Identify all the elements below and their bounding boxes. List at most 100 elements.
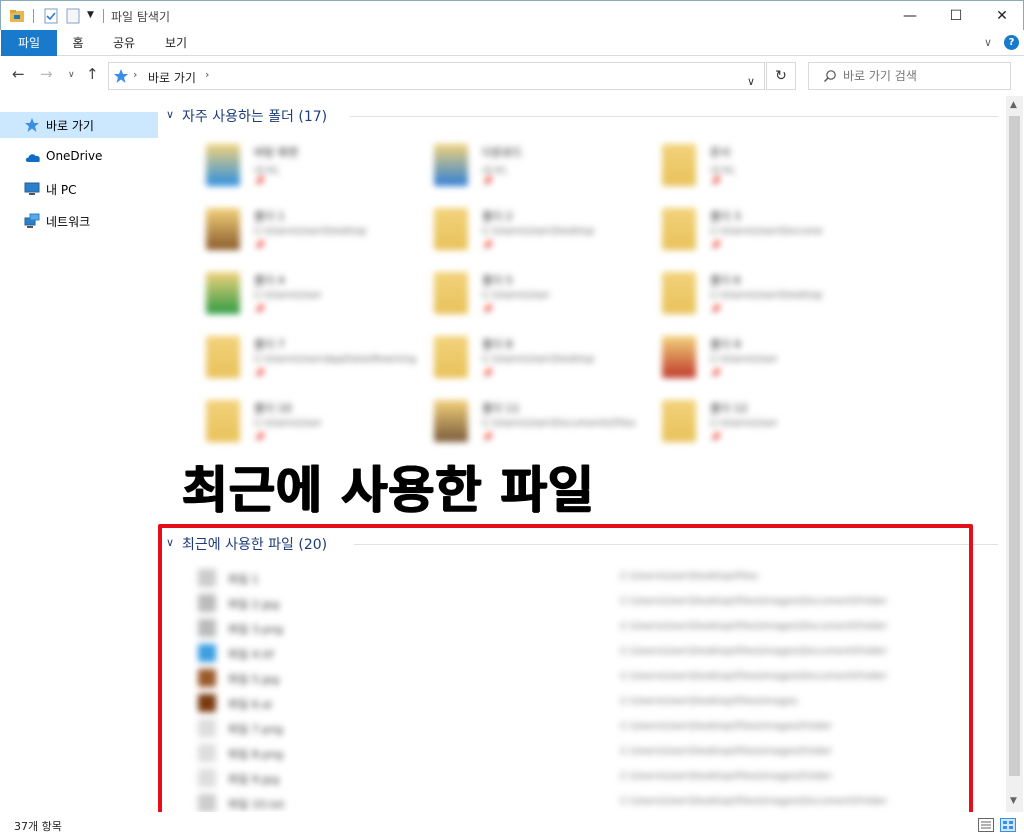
quick-access-separator	[33, 9, 34, 23]
quick-access-star-icon	[114, 69, 128, 83]
status-bar: 37개 항목	[0, 812, 1024, 837]
folder-icon	[206, 336, 240, 378]
scroll-down-icon[interactable]: ▼	[1010, 796, 1017, 806]
folder-tile[interactable]: 폴더 9 C:\Users\User 📌	[622, 328, 832, 388]
folder-tile[interactable]: 폴더 10 C:\Users\User 📌	[166, 392, 376, 452]
close-button[interactable]: ✕	[979, 1, 1024, 31]
pin-icon: 📌	[254, 369, 266, 379]
folder-icon[interactable]	[9, 8, 25, 24]
folder-name: 폴더 6	[710, 274, 741, 287]
collapse-chevron-icon[interactable]: ∨	[166, 108, 174, 121]
folder-location: C:\Users\User	[254, 290, 322, 301]
breadcrumb-separator-end[interactable]: ›	[205, 68, 209, 81]
pin-icon: 📌	[482, 241, 494, 251]
folder-tile[interactable]: 문서내 PC 📌	[622, 136, 832, 196]
folder-name: 폴더 1	[254, 210, 285, 223]
folder-name: 문서	[710, 146, 731, 159]
large-icons-view-icon[interactable]	[1000, 818, 1016, 832]
folder-icon	[434, 208, 468, 250]
tab-view[interactable]: 보기	[156, 30, 196, 56]
folder-tile[interactable]: 폴더 2 C:\Users\User\Desktop 📌	[394, 200, 604, 260]
folder-tile[interactable]: 폴더 8 C:\Users\User\Desktop 📌	[394, 328, 604, 388]
expand-ribbon-icon[interactable]: ∨	[984, 36, 992, 49]
folder-tile[interactable]: 다운로드 내 PC 📌	[394, 136, 604, 196]
pin-icon: 📌	[254, 241, 266, 251]
help-icon[interactable]: ?	[1004, 35, 1019, 50]
folder-icon	[206, 144, 240, 186]
folder-tile[interactable]: 폴더 4 C:\Users\User 📌	[166, 264, 376, 324]
group-title: 자주 사용하는 폴더 (17)	[182, 109, 328, 125]
folder-location: C:\Users\User	[482, 290, 550, 301]
folder-icon	[206, 400, 240, 442]
folder-name: 폴더 7	[254, 338, 285, 351]
folder-icon	[662, 336, 696, 378]
overlay-caption: 최근에 사용한 파일	[182, 461, 595, 519]
new-folder-icon[interactable]	[65, 8, 81, 24]
back-button[interactable]: ←	[12, 65, 25, 83]
folder-name: 폴더 4	[254, 274, 285, 287]
properties-icon[interactable]	[43, 8, 59, 24]
nav-item-network[interactable]: 네트워크	[0, 208, 158, 234]
pin-icon: 📌	[482, 305, 494, 315]
up-button[interactable]: ↑	[86, 65, 99, 83]
folder-location: C:\Users\User\Desktop	[254, 226, 367, 237]
folder-tile[interactable]: 폴더 5 C:\Users\User 📌	[394, 264, 604, 324]
refresh-button[interactable]: ↻	[766, 62, 796, 90]
tab-file[interactable]: 파일	[1, 30, 57, 56]
pin-icon: 📌	[710, 433, 722, 443]
folder-location: C:\Users\User\AppData\Roaming	[254, 354, 416, 365]
folder-tile[interactable]: 바탕 화면 내 PC 📌	[166, 136, 376, 196]
folder-location: 내 PC	[254, 166, 280, 177]
folder-tile[interactable]: 폴더 3 C:\Users\User\Docume 📌	[622, 200, 832, 260]
title-separator	[103, 9, 104, 23]
pin-icon: 📌	[254, 433, 266, 443]
cloud-icon	[25, 154, 40, 162]
ribbon-tabs: 파일 홈 공유 보기 ∨ ?	[0, 30, 1024, 56]
scroll-up-icon[interactable]: ▲	[1010, 100, 1017, 110]
nav-item-label: 내 PC	[46, 183, 77, 197]
folder-tile[interactable]: 폴더 1 C:\Users\User\Desktop 📌	[166, 200, 376, 260]
folder-location: C:\Users\User	[710, 354, 778, 365]
pin-icon: 📌	[710, 241, 722, 251]
folder-tile[interactable]: 폴더 6 C:\Users\User\Desktop 📌	[622, 264, 832, 324]
pin-icon: 📌	[710, 177, 722, 187]
folder-icon	[662, 400, 696, 442]
pin-icon: 📌	[710, 305, 722, 315]
search-input[interactable]	[843, 66, 1003, 86]
address-bar[interactable]: › 바로 가기 › ∨	[108, 62, 765, 90]
folder-tile[interactable]: 폴더 11 C:\Users\User\Documents\Files 📌	[394, 392, 636, 452]
minimize-button[interactable]: —	[887, 1, 933, 31]
folder-tile[interactable]: 폴더 12 C:\Users\User 📌	[622, 392, 832, 452]
item-count: 37개 항목	[14, 820, 62, 833]
folder-location: C:\Users\User	[254, 418, 322, 429]
folder-location: C:\Users\User	[710, 418, 778, 429]
folder-icon	[434, 336, 468, 378]
customize-toolbar-icon[interactable]: ▼	[87, 10, 94, 20]
tab-share[interactable]: 공유	[104, 30, 144, 56]
navigation-pane: 바로 가기 OneDrive 내 PC 네트워크	[0, 96, 158, 812]
pin-icon: 📌	[482, 177, 494, 187]
forward-button[interactable]: →	[40, 65, 53, 83]
address-dropdown-icon[interactable]: ∨	[747, 75, 755, 88]
recent-locations-icon[interactable]: ∨	[68, 70, 75, 80]
breadcrumb-separator[interactable]: ›	[133, 68, 137, 81]
scroll-thumb[interactable]	[1009, 116, 1020, 776]
folder-location: 내 PC	[710, 166, 736, 177]
tab-home[interactable]: 홈	[60, 30, 96, 56]
breadcrumb-quick-access[interactable]: 바로 가기	[148, 69, 196, 86]
vertical-scrollbar[interactable]: ▲ ▼	[1006, 96, 1023, 812]
folder-name: 폴더 8	[482, 338, 513, 351]
pin-icon: 📌	[482, 369, 494, 379]
folder-icon	[434, 144, 468, 186]
search-box[interactable]	[808, 62, 1011, 90]
pin-icon: 📌	[710, 369, 722, 379]
maximize-button[interactable]: ☐	[933, 1, 979, 31]
nav-item-onedrive[interactable]: OneDrive	[0, 144, 158, 170]
nav-item-label: OneDrive	[46, 149, 103, 163]
folder-icon	[662, 208, 696, 250]
folder-tile[interactable]: 폴더 7 C:\Users\User\AppData\Roaming 📌	[166, 328, 416, 388]
nav-item-quick-access[interactable]: 바로 가기	[0, 112, 158, 138]
folder-icon	[206, 208, 240, 250]
details-view-icon[interactable]	[978, 818, 994, 832]
nav-item-this-pc[interactable]: 내 PC	[0, 176, 158, 202]
